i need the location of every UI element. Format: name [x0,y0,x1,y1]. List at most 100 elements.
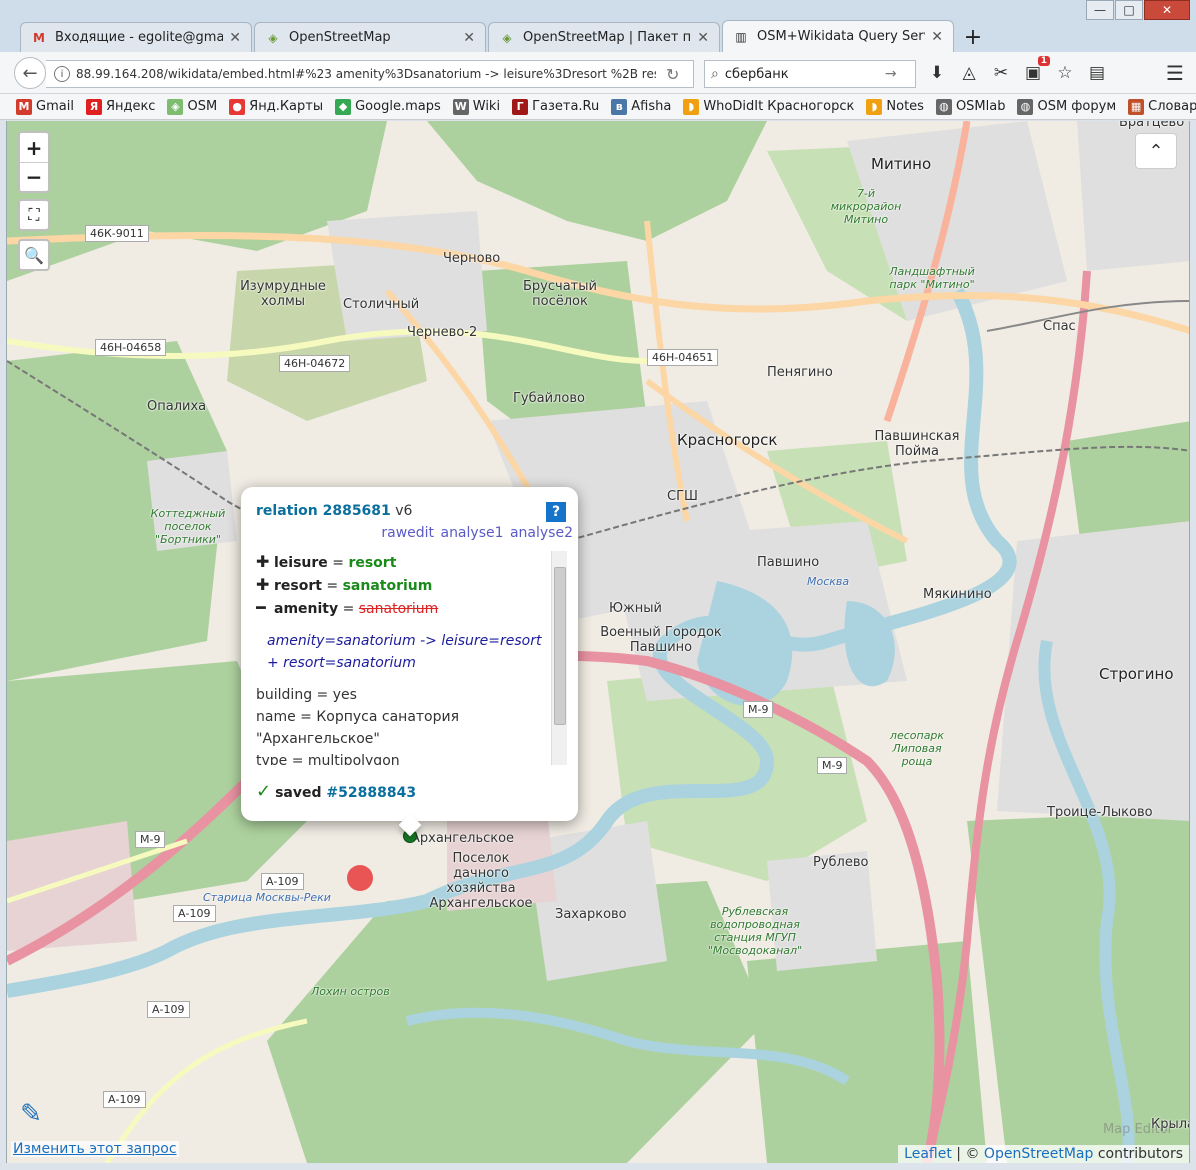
minimize-button[interactable]: — [1086,0,1114,20]
maximize-button[interactable]: □ [1115,0,1143,20]
rss-icon: ◗ [683,98,700,115]
road-shield: А-109 [261,873,304,890]
fullscreen-button[interactable]: ⛶ [18,199,50,231]
scrollbar-thumb[interactable] [554,567,566,725]
popup-content[interactable]: ✚ leisure = resort ✚ resort = sanatorium ━… [256,551,569,765]
bookmark-item[interactable]: ◈ OSM [167,98,217,115]
popup-scrollbar[interactable] [551,551,567,765]
yandex-icon: Я [85,98,102,115]
plus-icon: ✚ [256,575,270,594]
bookmark-item[interactable]: M Gmail [16,98,74,115]
edit-query-link[interactable]: Изменить этот запрос [11,1141,179,1157]
bookmark-item[interactable]: ◆ Google.maps [335,98,441,115]
bookmark-label: Яндекс [105,99,156,114]
close-tab-icon[interactable]: ✕ [697,30,709,46]
pencil-icon[interactable]: ✎ [13,1096,49,1132]
tag-item: name = Корпуса санатория [256,709,460,725]
tampermonkey-icon[interactable]: ◬ [958,62,980,84]
analyse1-link[interactable]: analyse1 [440,525,503,541]
collapse-panel-button[interactable]: ⌃ [1135,133,1177,169]
tab-gmail[interactable]: M Входящие - egolite@gmail.cc ✕ [20,22,252,52]
river-label: Старица Москвы-Реки [203,891,331,904]
bookmark-item[interactable]: ◍ OSM форум [1017,98,1116,115]
close-window-button[interactable]: ✕ [1144,0,1190,20]
tab-osm-wikidata[interactable]: ▥ OSM+Wikidata Query Service ✕ [722,20,954,52]
place-label: Троице-Лыково [1047,805,1153,820]
tab-title: OpenStreetMap | Пакет прав [523,30,692,45]
gmail-icon: M [33,30,45,45]
map-pin-icon: ● [229,98,246,115]
tab-title: OpenStreetMap [289,30,391,45]
wikidata-icon: ▥ [735,29,747,44]
toolbar-icons: ⬇ ◬ ✂ ▣ 1 ☆ ▤ [926,56,1108,84]
analyse2-link[interactable]: analyse2 [510,525,573,541]
menu-icon[interactable]: ☰ [1164,61,1186,85]
rule-line: + resort=sanatorium [267,655,416,671]
tab-openstreetmap[interactable]: ◈ OpenStreetMap ✕ [254,22,486,52]
bookmark-item[interactable]: ◗ Notes [866,98,924,115]
rawedit-link[interactable]: rawedit [381,525,434,541]
window-controls: — □ ✕ [1086,0,1190,20]
place-label: Ландшафтный парк "Митино" [889,265,975,291]
search-input[interactable] [724,66,885,82]
arrow-right-icon[interactable]: → [885,66,897,82]
tag-item: building = yes [256,687,357,703]
place-label: Братцево [1119,121,1185,130]
osm-icon: ◈ [167,98,184,115]
road-shield: 46Н-04658 [95,339,167,356]
bookmark-label: Google.maps [355,99,441,114]
reload-icon[interactable]: ↻ [666,65,679,84]
bookmark-item[interactable]: ◍ OSMlab [935,98,1005,115]
back-button[interactable]: ← [14,57,46,89]
openstreetmap-link[interactable]: OpenStreetMap [984,1146,1093,1162]
fullscreen-icon: ⛶ [28,205,40,224]
road-shield: М-9 [743,701,774,718]
search-icon: ⌕ [711,66,719,82]
close-tab-icon[interactable]: ✕ [463,30,475,46]
info-icon[interactable]: i [54,66,70,82]
bookmark-item[interactable]: ◗ WhoDidIt Красногорск [683,98,855,115]
zoom-to-data-button[interactable]: 🔍 [18,239,50,271]
address-bar[interactable]: i 88.99.164.208/wikidata/embed.html#%23 … [46,60,694,88]
close-tab-icon[interactable]: ✕ [931,29,943,45]
feature-marker-highlight[interactable] [347,865,373,891]
road-shield: А-109 [173,905,216,922]
search-bar[interactable]: ⌕ → [704,60,916,88]
bookmark-label: Газета.Ru [532,99,600,114]
leaflet-link[interactable]: Leaflet [904,1146,952,1162]
tag-key: amenity [274,601,339,617]
bookmark-item[interactable]: W Wiki [452,98,500,115]
map-view[interactable]: Митино Черново Брусчатый посёлок Изумруд… [6,121,1190,1163]
changeset-link[interactable]: #52888843 [326,785,416,801]
zoom-out-button[interactable]: − [20,162,48,191]
osm-icon: ◈ [268,30,278,45]
download-icon[interactable]: ⬇ [926,62,948,84]
url-text[interactable]: 88.99.164.208/wikidata/embed.html#%23 am… [76,67,656,81]
place-label: Губайлово [513,391,585,406]
bookmark-item[interactable]: ● Янд.Карты [229,98,323,115]
screenshot-icon[interactable]: ✂ [990,62,1012,84]
river-label: Москва [807,575,850,588]
zoom-in-button[interactable]: + [20,133,48,162]
rule-line: amenity=sanatorium -> leisure=resort [267,633,542,649]
zoom-control: + − [18,131,50,193]
bookmark-item[interactable]: Я Яндекс [85,98,156,115]
dictionary-icon: ▦ [1128,98,1145,115]
bookmark-label: WhoDidIt Красногорск [703,99,855,114]
place-label: Пенягино [767,365,833,380]
extension-icon[interactable]: ▣ 1 [1022,56,1050,84]
bookmark-label: Notes [886,99,924,114]
new-tab-button[interactable]: + [956,22,990,52]
bookmark-item[interactable]: Г Газета.Ru [512,98,600,115]
help-button[interactable]: ? [546,502,566,522]
reading-list-icon[interactable]: ▤ [1086,62,1108,84]
bookmark-item[interactable]: ▦Словарь [1128,98,1196,115]
relation-link[interactable]: relation 2885681 [256,503,391,519]
bookmark-item[interactable]: в Afisha [611,98,671,115]
close-tab-icon[interactable]: ✕ [229,30,241,46]
place-label: Строгино [1099,665,1174,683]
magnifier-icon: 🔍 [24,245,44,265]
bookmark-star-icon[interactable]: ☆ [1054,62,1076,84]
tag-value: resort [348,555,397,571]
tab-openstreetmap-changeset[interactable]: ◈ OpenStreetMap | Пакет прав ✕ [488,22,720,52]
